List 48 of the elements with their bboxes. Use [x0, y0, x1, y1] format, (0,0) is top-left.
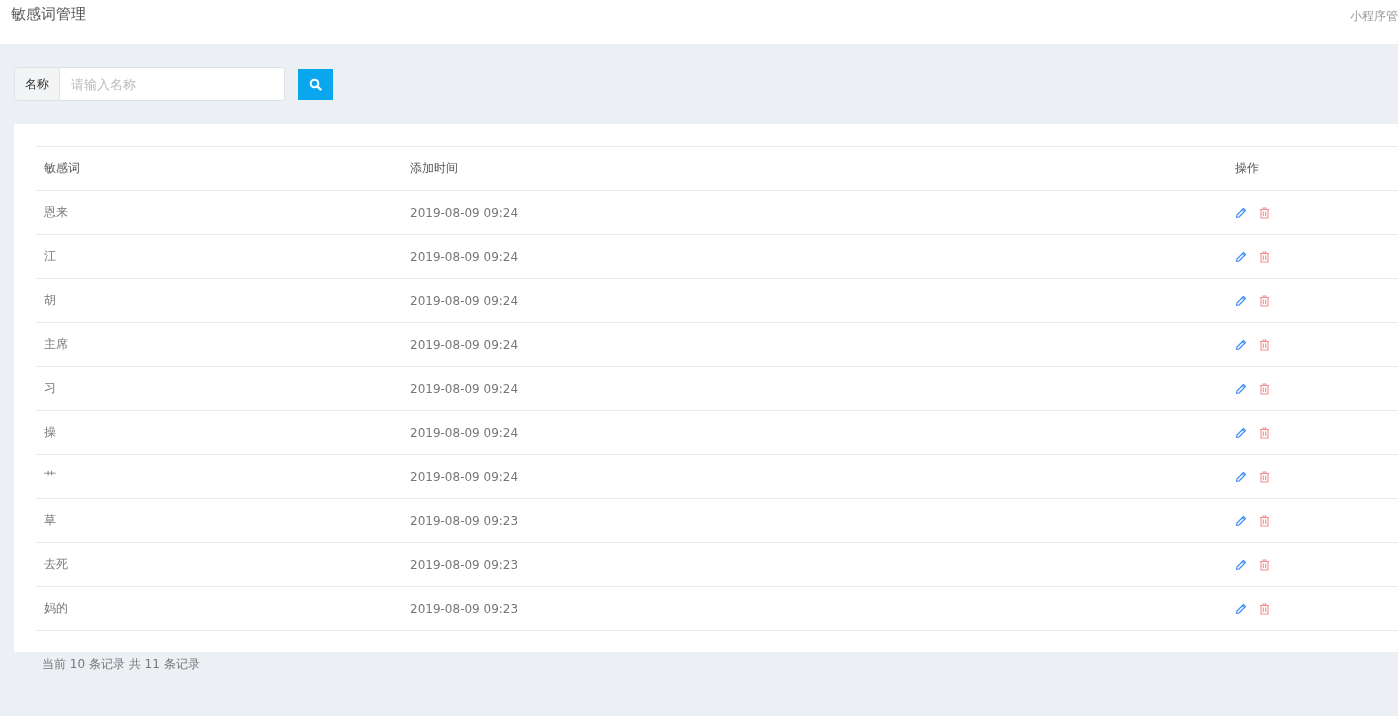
- search-button[interactable]: [298, 68, 333, 100]
- pencil-icon[interactable]: [1235, 294, 1247, 307]
- time-cell-text: 2019-08-09 09:24: [409, 205, 520, 220]
- trash-icon[interactable]: [1259, 294, 1270, 307]
- word-cell-text: 习: [43, 380, 57, 397]
- word-cell-text: 草: [43, 512, 57, 529]
- time-cell-text: 2019-08-09 09:24: [409, 381, 520, 396]
- word-cell-text: 妈的: [43, 600, 69, 617]
- pencil-icon[interactable]: [1235, 338, 1247, 351]
- word-cell-text: 江: [43, 248, 57, 265]
- pencil-icon[interactable]: [1235, 558, 1247, 571]
- word-cell-text: 恩来: [43, 204, 69, 221]
- column-header: 敏感词: [43, 160, 81, 177]
- pencil-icon[interactable]: [1235, 602, 1247, 615]
- column-header: 添加时间: [409, 160, 459, 177]
- breadcrumb-link[interactable]: 小程序管: [1350, 8, 1398, 25]
- trash-icon[interactable]: [1259, 382, 1270, 395]
- time-cell-text: 2019-08-09 09:24: [409, 249, 520, 264]
- time-cell-text: 2019-08-09 09:24: [409, 469, 520, 484]
- search-icon: [309, 77, 322, 91]
- pencil-icon[interactable]: [1235, 470, 1247, 483]
- word-cell-text: 去死: [43, 556, 69, 573]
- word-cell-text: 胡: [43, 292, 57, 309]
- word-cell-text: 操: [43, 424, 57, 441]
- trash-icon[interactable]: [1259, 250, 1270, 263]
- trash-icon[interactable]: [1259, 602, 1270, 615]
- pencil-icon[interactable]: [1235, 382, 1247, 395]
- pencil-icon[interactable]: [1235, 514, 1247, 527]
- word-cell-text: 艹: [43, 468, 57, 485]
- trash-icon[interactable]: [1259, 426, 1270, 439]
- time-cell-text: 2019-08-09 09:24: [409, 425, 520, 440]
- time-cell-text: 2019-08-09 09:24: [409, 293, 520, 308]
- pencil-icon[interactable]: [1235, 426, 1247, 439]
- trash-icon[interactable]: [1259, 558, 1270, 571]
- time-cell-text: 2019-08-09 09:23: [409, 513, 520, 528]
- time-cell-text: 2019-08-09 09:23: [409, 557, 520, 572]
- record-count: 当前 10 条记录 共 11 条记录: [41, 656, 200, 673]
- time-cell-text: 2019-08-09 09:24: [409, 337, 520, 352]
- trash-icon[interactable]: [1259, 338, 1270, 351]
- time-cell-text: 2019-08-09 09:23: [409, 601, 520, 616]
- trash-icon[interactable]: [1259, 514, 1270, 527]
- word-cell-text: 主席: [43, 336, 69, 353]
- column-header: 操作: [1234, 160, 1260, 177]
- pencil-icon[interactable]: [1235, 250, 1247, 263]
- page-title: 敏感词管理: [11, 5, 86, 24]
- trash-icon[interactable]: [1259, 206, 1270, 219]
- pencil-icon[interactable]: [1235, 206, 1247, 219]
- trash-icon[interactable]: [1259, 470, 1270, 483]
